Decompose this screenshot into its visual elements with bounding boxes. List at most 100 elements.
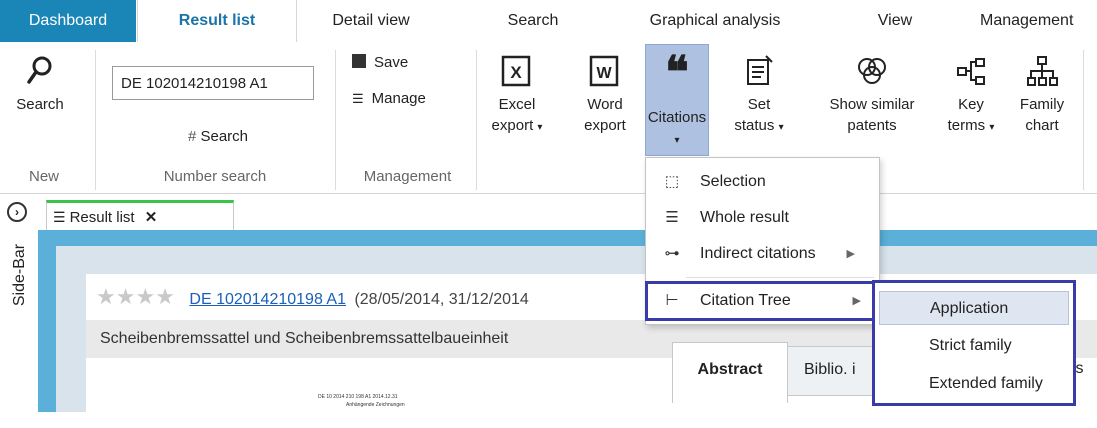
star-icon[interactable]: ★: [135, 284, 155, 309]
save-button-label: Save: [374, 54, 409, 71]
excel-export-label-1: Excel: [498, 96, 536, 113]
doc-tab-label: Result list: [69, 209, 135, 226]
tab-detail-view[interactable]: Detail view: [296, 0, 446, 42]
key-terms-icon: [957, 58, 985, 85]
tab-dashboard[interactable]: Dashboard: [0, 0, 136, 42]
tab-management[interactable]: Management: [980, 0, 1097, 42]
menu-item-selection[interactable]: ⬚ Selection: [646, 164, 879, 200]
citation-tree-submenu: Application Strict family Extended famil…: [872, 280, 1076, 406]
tree-icon: ⊢: [665, 292, 679, 309]
chevron-down-icon: ▾: [778, 122, 784, 133]
key-terms-label-2: terms: [947, 117, 986, 134]
search-button-label: Search: [16, 96, 64, 113]
save-icon: [352, 54, 366, 68]
word-icon: W: [589, 55, 619, 87]
selection-icon: ⬚: [664, 173, 680, 190]
venn-icon: [858, 58, 886, 84]
thumbnail-caption: DE 10 2014 210 198 A1 2014.12.31: [318, 394, 398, 400]
set-status-button[interactable]: Set status ▾: [724, 54, 794, 138]
search-icon: [27, 56, 52, 84]
group-separator: [95, 50, 96, 190]
drawing-thumbnail[interactable]: DE 10 2014 210 198 A1 2014.12.31 Anhänge…: [86, 358, 646, 428]
quote-icon: ❝: [665, 47, 689, 98]
menu-item-citation-tree[interactable]: ⊢ Citation Tree ▶: [645, 281, 880, 321]
tab-graphical-analysis[interactable]: Graphical analysis: [620, 0, 810, 42]
thumbnail-subcaption: Anhängende Zeichnungen: [346, 402, 405, 408]
menu-item-label: Indirect citations: [700, 245, 816, 262]
manage-button-label: Manage: [371, 90, 426, 107]
hash-icon: #: [187, 128, 197, 145]
excel-export-button[interactable]: X Excel export ▾: [484, 54, 550, 138]
tab-abstract[interactable]: Abstract: [672, 342, 788, 403]
group-separator: [335, 50, 336, 190]
word-export-label-2: export: [584, 117, 626, 134]
manage-icon: ☰: [352, 91, 364, 106]
star-icon[interactable]: ★: [155, 284, 175, 309]
ribbon: Search New # Search Number search Save ☰…: [0, 42, 1097, 194]
menu-item-label: Selection: [700, 173, 766, 190]
family-chart-label-1: Family: [1019, 96, 1065, 113]
indirect-citations-icon: ⊶: [664, 245, 680, 262]
chevron-down-icon: ▾: [674, 135, 680, 146]
group-label-management: Management: [363, 168, 452, 185]
family-chart-label-2: chart: [1025, 117, 1059, 134]
patent-dates: (28/05/2014, 31/12/2014: [354, 291, 529, 308]
set-status-label-1: Set: [747, 96, 771, 113]
svg-text:X: X: [510, 63, 522, 82]
family-chart-button[interactable]: Family chart: [1012, 54, 1072, 136]
star-icon[interactable]: ★: [96, 284, 116, 309]
excel-icon: X: [501, 55, 531, 87]
similar-label-2: patents: [847, 117, 897, 134]
group-separator: [1083, 50, 1084, 190]
patent-number-link[interactable]: DE 102014210198 A1: [189, 291, 346, 308]
number-search-button-label: Search: [200, 128, 249, 145]
citations-button[interactable]: ❝ Citations ▾: [645, 44, 709, 156]
set-status-label-2: status: [734, 117, 775, 134]
tab-biblio[interactable]: Biblio. i: [787, 346, 877, 396]
list-icon: ☰: [665, 209, 679, 226]
document-tab-bar: ☰ Result list ✕: [38, 194, 1097, 230]
word-export-label-1: Word: [587, 96, 623, 113]
submenu-item-strict-family[interactable]: Strict family: [879, 329, 1069, 363]
show-similar-patents-button[interactable]: Show similar patents: [812, 54, 932, 136]
chevron-right-icon[interactable]: ›: [7, 202, 27, 222]
similar-label-1: Show similar: [829, 96, 915, 113]
svg-text:W: W: [596, 65, 612, 82]
word-export-button[interactable]: W Word export: [572, 54, 638, 136]
side-bar-label: Side-Bar: [11, 243, 28, 307]
submenu-item-extended-family[interactable]: Extended family: [879, 367, 1069, 401]
chevron-down-icon: ▾: [989, 122, 995, 133]
family-chart-icon: [1027, 56, 1058, 86]
list-icon: ☰: [53, 209, 66, 225]
edit-status-icon: [747, 55, 773, 85]
excel-export-label-2: export: [491, 117, 534, 134]
citations-dropdown-menu: ⬚ Selection ☰ Whole result ⊶ Indirect ci…: [645, 157, 880, 325]
tab-view[interactable]: View: [810, 0, 980, 42]
group-separator: [476, 50, 477, 190]
group-label-number-search: Number search: [163, 168, 267, 185]
rating-stars[interactable]: ★★★★: [96, 284, 175, 309]
search-button[interactable]: Search: [10, 54, 70, 115]
number-search-button[interactable]: # Search: [168, 126, 268, 147]
submenu-item-application[interactable]: Application: [879, 291, 1069, 325]
chevron-down-icon: ▾: [537, 122, 543, 133]
manage-button[interactable]: ☰ Manage: [352, 88, 462, 109]
menu-item-label: Whole result: [700, 209, 789, 226]
tab-result-list[interactable]: Result list: [137, 0, 297, 43]
save-button[interactable]: Save: [352, 52, 452, 73]
menu-item-whole-result[interactable]: ☰ Whole result: [646, 200, 879, 236]
number-search-input[interactable]: [112, 66, 314, 100]
close-icon[interactable]: ✕: [145, 209, 158, 226]
menu-separator: [686, 277, 874, 278]
side-bar[interactable]: › Side-Bar: [0, 194, 39, 412]
group-label-new: New: [28, 168, 59, 185]
star-icon[interactable]: ★: [116, 284, 136, 309]
key-terms-label-1: Key: [958, 96, 984, 113]
doc-tab-result-list[interactable]: ☰ Result list ✕: [46, 200, 234, 230]
menu-item-indirect-citations[interactable]: ⊶ Indirect citations ▶: [646, 236, 879, 272]
menu-item-label: Citation Tree: [700, 292, 791, 309]
tab-search[interactable]: Search: [446, 0, 620, 42]
key-terms-button[interactable]: Key terms ▾: [942, 54, 1000, 138]
citations-label: Citations: [647, 109, 707, 126]
submenu-arrow-icon: ▶: [852, 295, 861, 307]
